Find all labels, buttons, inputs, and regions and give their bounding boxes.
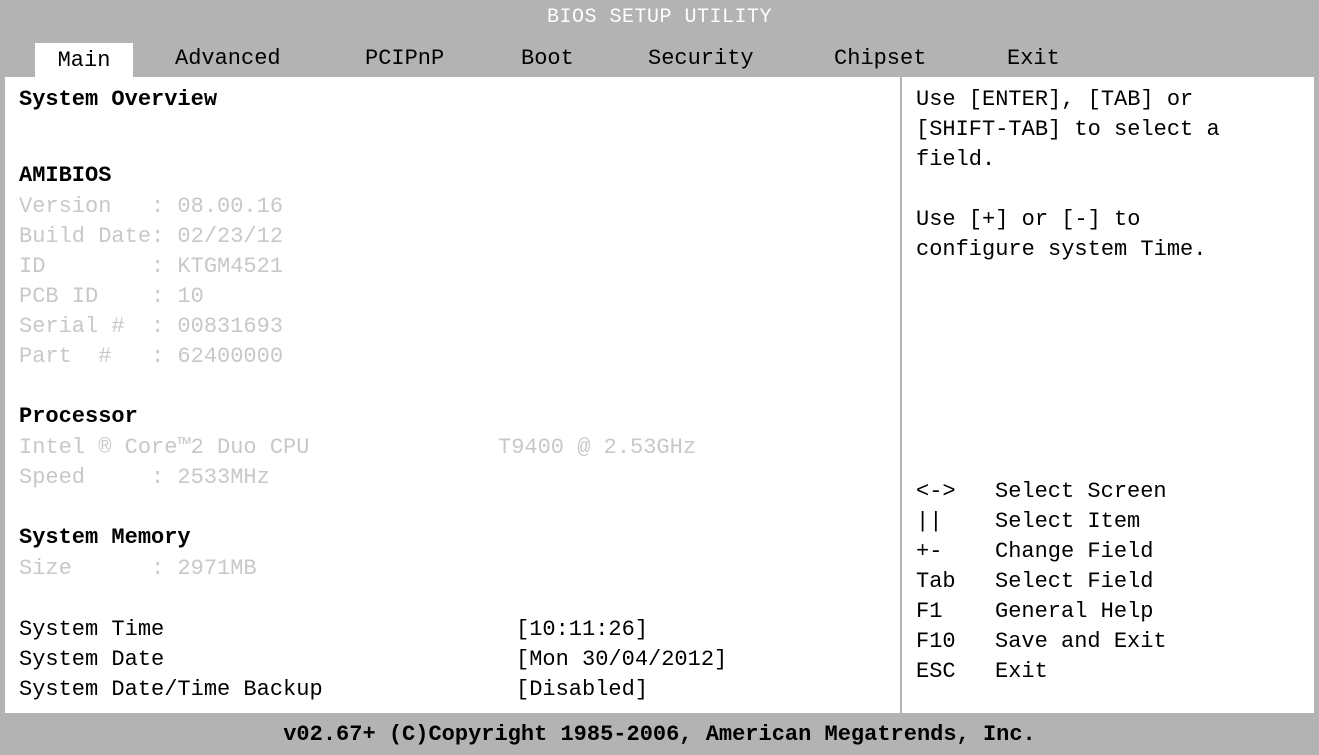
tab-main[interactable]: Main [35,43,133,77]
help-text-line-1: Use [ENTER], [TAB] or [916,87,1194,112]
tab-chipset[interactable]: Chipset [834,40,926,77]
system-date-label: System Date [19,647,165,672]
memory-size: Size : 2971MB [19,556,257,581]
tab-security[interactable]: Security [648,40,754,77]
bios-id: ID : KTGM4521 [19,254,284,279]
title-bar: BIOS SETUP UTILITY [0,0,1319,40]
part-number: Part # : 62400000 [19,344,284,369]
datetime-backup-field[interactable]: [Disabled] [516,677,648,702]
key-f1: F1 [916,599,943,624]
pcb-id: PCB ID : 10 [19,284,204,309]
system-time-field[interactable]: [10:11:26] [516,617,648,642]
system-time-label: System Time [19,617,165,642]
tab-exit[interactable]: Exit [1007,40,1060,77]
tab-bar: Main Advanced PCIPnP Boot Security Chips… [0,40,1319,77]
system-memory-heading: System Memory [19,525,191,550]
key-f1-desc: General Help [995,599,1154,624]
help-text-line-2: [SHIFT-TAB] to select a [916,117,1220,142]
window-title: BIOS SETUP UTILITY [546,6,773,29]
help-panel: Use [ENTER], [TAB] or [SHIFT-TAB] to sel… [902,77,1319,713]
bios-version: Version : 08.00.16 [19,194,284,219]
key-tab-desc: Select Field [995,569,1154,594]
footer-bar: v02.67+ (C)Copyright 1985-2006, American… [0,713,1319,755]
key-esc-desc: Exit [995,659,1048,684]
key-tab: Tab [916,569,956,594]
processor-speed: Speed : 2533MHz [19,465,270,490]
datetime-backup-label: System Date/Time Backup [19,677,323,702]
system-date-field[interactable]: [Mon 30/04/2012] [516,647,727,672]
serial-number: Serial # : 00831693 [19,314,284,339]
key-f10: F10 [916,629,956,654]
system-overview-heading: System Overview [19,87,218,112]
bios-build-date: Build Date: 02/23/12 [19,224,284,249]
key-change-field-desc: Change Field [995,539,1154,564]
key-select-screen: <-> [916,479,956,504]
tab-advanced[interactable]: Advanced [175,40,281,77]
help-text-line-4: Use [+] or [-] to [916,207,1141,232]
tab-pcipnp[interactable]: PCIPnP [365,40,444,77]
processor-heading: Processor [19,404,138,429]
key-f10-desc: Save and Exit [995,629,1167,654]
copyright-text: v02.67+ (C)Copyright 1985-2006, American… [283,722,1036,747]
key-select-screen-desc: Select Screen [995,479,1167,504]
processor-model: T9400 @ 2.53GHz [498,435,697,460]
main-panel: System Overview AMIBIOS Version : 08.00.… [0,77,900,713]
key-select-item-desc: Select Item [995,509,1141,534]
key-change-field: +- [916,539,943,564]
key-select-item: || [916,509,943,534]
amibios-heading: AMIBIOS [19,163,112,188]
help-text-line-5: configure system Time. [916,237,1207,262]
help-text-line-3: field. [916,147,996,172]
processor-name: Intel ® Core™2 Duo CPU [19,435,310,460]
tab-boot[interactable]: Boot [521,40,574,77]
key-esc: ESC [916,659,956,684]
